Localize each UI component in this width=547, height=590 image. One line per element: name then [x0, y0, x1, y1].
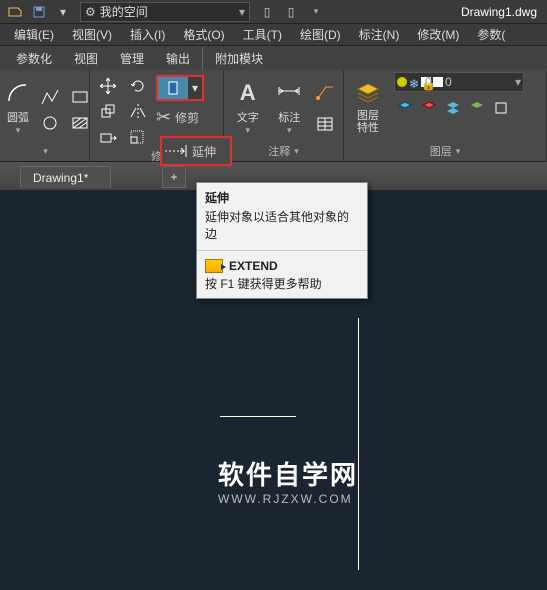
- layer-tool4-icon[interactable]: [466, 97, 488, 119]
- move-icon[interactable]: [94, 72, 122, 100]
- qat-overflow-icon[interactable]: [304, 2, 326, 22]
- layer-tool3-icon[interactable]: [442, 97, 464, 119]
- qat-more-icon[interactable]: ▾: [52, 2, 74, 22]
- extend-cmd-icon: [205, 259, 223, 273]
- menu-draw[interactable]: 绘图(D): [292, 24, 349, 45]
- new-tab-button[interactable]: +: [162, 166, 186, 188]
- tooltip-command: EXTEND: [229, 259, 278, 273]
- polyline-icon[interactable]: [36, 83, 64, 111]
- trim-dropdown-caret[interactable]: ▾: [188, 77, 202, 99]
- menu-bar: 编辑(E) 视图(V) 插入(I) 格式(O) 工具(T) 绘图(D) 标注(N…: [0, 24, 547, 46]
- trim-label: 修剪: [175, 109, 199, 126]
- layer-tool2-icon[interactable]: [418, 97, 440, 119]
- trim-button-icon[interactable]: [158, 77, 188, 99]
- qat-device1-icon[interactable]: ▯: [256, 2, 278, 22]
- watermark: 软件自学网 WWW.RJZXW.COM: [218, 455, 358, 506]
- qat-open-icon[interactable]: [4, 2, 26, 22]
- table-icon[interactable]: [311, 110, 339, 138]
- watermark-url: WWW.RJZXW.COM: [218, 492, 358, 506]
- tab-output[interactable]: 输出: [156, 47, 200, 70]
- command-tooltip: 延伸 延伸对象以适合其他对象的边 EXTEND 按 F1 键获得更多帮助: [196, 182, 368, 299]
- ribbon: 圆弧 ▾: [0, 70, 547, 162]
- document-title: Drawing1.dwg: [461, 5, 537, 19]
- panel-layer-title[interactable]: 图层: [348, 143, 542, 159]
- layer-tool1-icon[interactable]: [394, 97, 416, 119]
- document-tab[interactable]: Drawing1*: [20, 166, 111, 188]
- panel-layer: 图层 特性 ❄ 🔓 0 ▾: [344, 70, 547, 161]
- text-icon: A: [234, 79, 262, 107]
- menu-dim[interactable]: 标注(N): [351, 24, 408, 45]
- trim-split-button[interactable]: ▾: [156, 75, 204, 101]
- mirror-icon[interactable]: [124, 98, 152, 126]
- layer-tool5-icon[interactable]: [490, 97, 512, 119]
- scissors-icon[interactable]: ✂: [156, 107, 171, 128]
- modify-grid: [94, 72, 152, 148]
- menu-edit[interactable]: 编辑(E): [6, 24, 62, 45]
- drawn-line-vertical: [358, 318, 359, 570]
- tab-addin[interactable]: 附加模块: [202, 47, 273, 70]
- rotate-icon[interactable]: [124, 72, 152, 100]
- workspace-label: 我的空间: [100, 3, 239, 20]
- extend-label: 延伸: [192, 143, 216, 160]
- tab-view[interactable]: 视图: [64, 47, 108, 70]
- tooltip-help: 按 F1 键获得更多帮助: [197, 275, 367, 298]
- panel-draw: 圆弧 ▾: [0, 70, 90, 161]
- workspace-dropdown[interactable]: ⚙ 我的空间 ▾: [80, 2, 250, 22]
- caret-down-icon: ▾: [239, 5, 245, 19]
- arc-icon: [4, 79, 32, 107]
- menu-param[interactable]: 参数(: [469, 24, 513, 45]
- layer-freeze-icon: ❄: [409, 77, 419, 87]
- text-button[interactable]: A 文字 ▾: [228, 73, 268, 143]
- panel-draw-title[interactable]: [4, 143, 85, 159]
- layer-properties-button[interactable]: 图层 特性: [348, 72, 388, 142]
- arc-button[interactable]: 圆弧 ▾: [4, 73, 32, 143]
- panel-annotate: A 文字 ▾ 标注 ▾ 注释: [224, 70, 344, 161]
- ribbon-tabs: 参数化 视图 管理 输出 附加模块: [0, 46, 547, 70]
- title-bar: ▾ ⚙ 我的空间 ▾ ▯ ▯ Drawing1.dwg: [0, 0, 547, 24]
- layer-color-swatch: [433, 77, 443, 87]
- modify-col2: ▾ ✂ 修剪: [156, 75, 219, 145]
- layer-name: 0: [445, 75, 452, 89]
- watermark-title: 软件自学网: [218, 455, 358, 492]
- caret-down-icon: ▾: [16, 125, 21, 136]
- qat-device2-icon[interactable]: ▯: [280, 2, 302, 22]
- circle-icon[interactable]: [36, 109, 64, 137]
- menu-view[interactable]: 视图(V): [64, 24, 120, 45]
- tooltip-title: 延伸: [197, 183, 367, 208]
- qat-save-icon[interactable]: [28, 2, 50, 22]
- layer-lock-icon: 🔓: [421, 77, 431, 87]
- menu-tools[interactable]: 工具(T): [235, 24, 290, 45]
- drawn-line-horizontal: [220, 416, 296, 417]
- panel-annotate-title[interactable]: 注释: [228, 143, 339, 159]
- menu-modify[interactable]: 修改(M): [409, 24, 467, 45]
- extend-icon: [164, 139, 188, 163]
- dimension-icon: [275, 79, 303, 107]
- copy-icon[interactable]: [94, 98, 122, 126]
- leader-icon[interactable]: [311, 78, 339, 106]
- tab-manage[interactable]: 管理: [110, 47, 154, 70]
- layer-stack-icon: [354, 80, 382, 108]
- gear-icon: ⚙: [85, 5, 96, 19]
- menu-format[interactable]: 格式(O): [175, 24, 232, 45]
- layer-dropdown[interactable]: ❄ 🔓 0 ▾: [394, 72, 524, 92]
- tab-param[interactable]: 参数化: [6, 47, 62, 70]
- layer-bulb-icon: [397, 77, 407, 87]
- tooltip-desc: 延伸对象以适合其他对象的边: [197, 208, 367, 248]
- extend-flyout[interactable]: 延伸: [160, 136, 232, 166]
- dimension-button[interactable]: 标注 ▾: [270, 73, 310, 143]
- menu-insert[interactable]: 插入(I): [122, 24, 173, 45]
- caret-down-icon: ▾: [515, 75, 521, 89]
